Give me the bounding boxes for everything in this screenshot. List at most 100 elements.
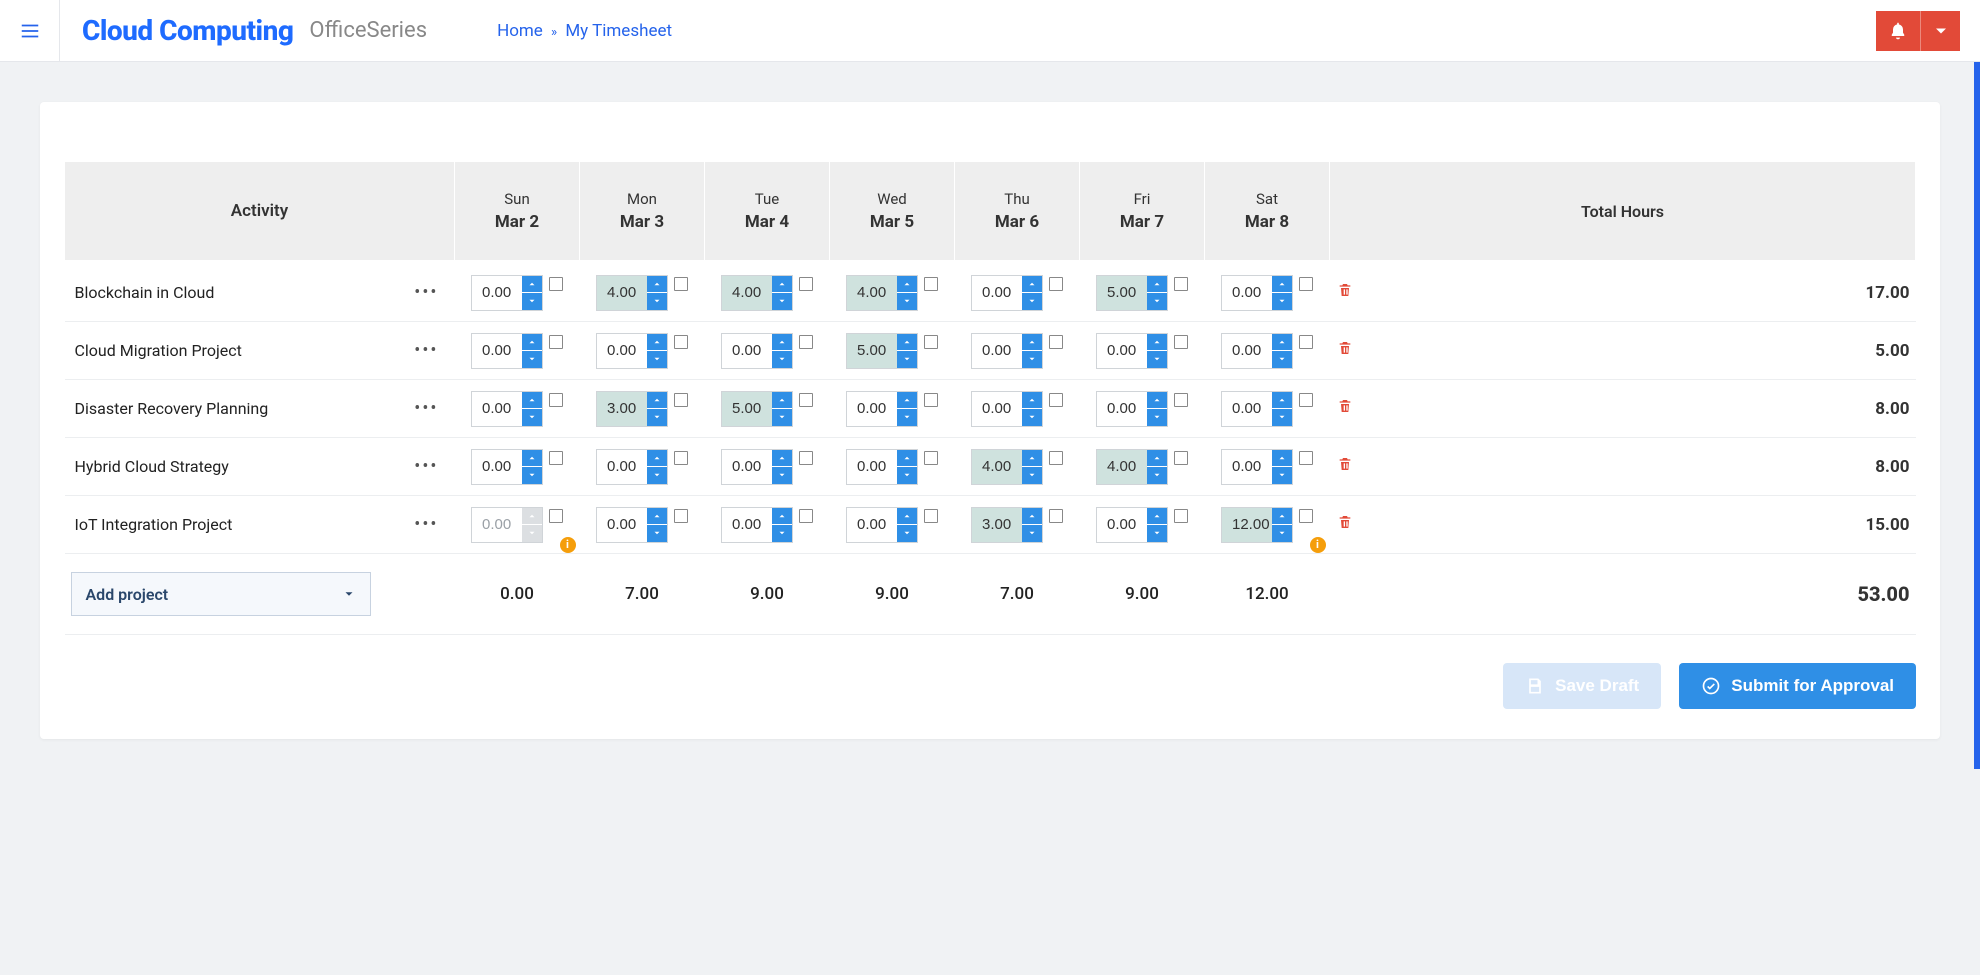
- hour-input[interactable]: [722, 392, 772, 426]
- hour-down-button[interactable]: [1022, 525, 1042, 542]
- note-icon[interactable]: [1049, 451, 1063, 465]
- row-menu-button[interactable]: •••: [408, 398, 444, 419]
- note-icon[interactable]: [1049, 509, 1063, 523]
- row-menu-button[interactable]: •••: [408, 282, 444, 303]
- row-menu-button[interactable]: •••: [408, 456, 444, 477]
- hour-up-button[interactable]: [1272, 450, 1292, 468]
- hour-down-button[interactable]: [897, 293, 917, 310]
- hour-input[interactable]: [472, 450, 522, 484]
- hour-input[interactable]: [722, 334, 772, 368]
- add-project-dropdown[interactable]: Add project: [71, 572, 371, 616]
- hour-up-button[interactable]: [647, 450, 667, 468]
- hour-input[interactable]: [597, 334, 647, 368]
- hour-down-button[interactable]: [1147, 525, 1167, 542]
- hour-up-button[interactable]: [897, 276, 917, 294]
- hour-up-button[interactable]: [1272, 334, 1292, 352]
- hour-input[interactable]: [722, 508, 772, 542]
- note-icon[interactable]: [1174, 393, 1188, 407]
- hour-up-button[interactable]: [772, 450, 792, 468]
- hour-down-button[interactable]: [772, 525, 792, 542]
- hour-down-button[interactable]: [522, 293, 542, 310]
- hour-up-button[interactable]: [1147, 450, 1167, 468]
- note-icon[interactable]: [1174, 451, 1188, 465]
- hour-input[interactable]: [972, 276, 1022, 310]
- hour-up-button[interactable]: [1272, 276, 1292, 294]
- hour-down-button[interactable]: [1272, 525, 1292, 542]
- note-icon[interactable]: [799, 393, 813, 407]
- hour-input[interactable]: [1222, 334, 1272, 368]
- note-icon[interactable]: [1049, 277, 1063, 291]
- submit-approval-button[interactable]: Submit for Approval: [1679, 663, 1916, 709]
- hour-input[interactable]: [1222, 450, 1272, 484]
- hour-up-button[interactable]: [522, 334, 542, 352]
- hour-down-button[interactable]: [1022, 409, 1042, 426]
- delete-row-button[interactable]: [1337, 398, 1353, 419]
- hour-up-button[interactable]: [1147, 276, 1167, 294]
- hour-down-button[interactable]: [522, 467, 542, 484]
- hour-down-button[interactable]: [1147, 351, 1167, 368]
- row-menu-button[interactable]: •••: [408, 340, 444, 361]
- hour-down-button[interactable]: [1022, 351, 1042, 368]
- note-icon[interactable]: [1299, 393, 1313, 407]
- hour-input[interactable]: [972, 334, 1022, 368]
- hour-up-button[interactable]: [1147, 392, 1167, 410]
- hour-input[interactable]: [1097, 276, 1147, 310]
- hour-input[interactable]: [1097, 392, 1147, 426]
- hour-up-button[interactable]: [1022, 392, 1042, 410]
- note-icon[interactable]: [1299, 509, 1313, 523]
- delete-row-button[interactable]: [1337, 282, 1353, 303]
- hour-input[interactable]: [847, 276, 897, 310]
- note-icon[interactable]: [1299, 277, 1313, 291]
- save-draft-button[interactable]: Save Draft: [1503, 663, 1661, 709]
- hour-up-button[interactable]: [647, 276, 667, 294]
- hour-up-button[interactable]: [1147, 508, 1167, 526]
- note-icon[interactable]: [674, 451, 688, 465]
- hour-up-button[interactable]: [897, 450, 917, 468]
- delete-row-button[interactable]: [1337, 340, 1353, 361]
- hour-down-button[interactable]: [1272, 409, 1292, 426]
- hour-up-button[interactable]: [647, 508, 667, 526]
- hour-down-button[interactable]: [772, 293, 792, 310]
- hour-up-button[interactable]: [1147, 334, 1167, 352]
- hour-down-button[interactable]: [897, 351, 917, 368]
- hour-input[interactable]: [847, 392, 897, 426]
- hour-down-button[interactable]: [897, 409, 917, 426]
- note-icon[interactable]: [674, 393, 688, 407]
- note-icon[interactable]: [924, 393, 938, 407]
- hour-down-button[interactable]: [522, 409, 542, 426]
- delete-row-button[interactable]: [1337, 514, 1353, 535]
- hour-input[interactable]: [972, 450, 1022, 484]
- row-menu-button[interactable]: •••: [408, 514, 444, 535]
- hour-up-button[interactable]: [1272, 392, 1292, 410]
- hour-input[interactable]: [1097, 450, 1147, 484]
- hour-input[interactable]: [972, 392, 1022, 426]
- hour-up-button[interactable]: [772, 392, 792, 410]
- note-icon[interactable]: [924, 509, 938, 523]
- hour-up-button[interactable]: [772, 334, 792, 352]
- hour-input[interactable]: [722, 276, 772, 310]
- note-icon[interactable]: [799, 277, 813, 291]
- note-icon[interactable]: [1174, 277, 1188, 291]
- hour-up-button[interactable]: [1022, 450, 1042, 468]
- hour-up-button[interactable]: [897, 508, 917, 526]
- note-icon[interactable]: [674, 277, 688, 291]
- hour-down-button[interactable]: [647, 525, 667, 542]
- hour-input[interactable]: [597, 450, 647, 484]
- hour-up-button[interactable]: [522, 276, 542, 294]
- hour-input[interactable]: [472, 334, 522, 368]
- hour-down-button[interactable]: [647, 467, 667, 484]
- hour-down-button[interactable]: [647, 293, 667, 310]
- note-icon[interactable]: [549, 335, 563, 349]
- notification-bell-button[interactable]: [1876, 11, 1920, 51]
- note-icon[interactable]: [549, 393, 563, 407]
- hour-input[interactable]: [847, 334, 897, 368]
- hour-down-button[interactable]: [1272, 467, 1292, 484]
- hour-up-button[interactable]: [772, 508, 792, 526]
- note-icon[interactable]: [1299, 335, 1313, 349]
- hour-down-button[interactable]: [1147, 467, 1167, 484]
- hour-down-button[interactable]: [897, 525, 917, 542]
- note-icon[interactable]: [924, 335, 938, 349]
- hour-up-button[interactable]: [897, 392, 917, 410]
- hour-input[interactable]: [472, 276, 522, 310]
- hour-down-button[interactable]: [647, 409, 667, 426]
